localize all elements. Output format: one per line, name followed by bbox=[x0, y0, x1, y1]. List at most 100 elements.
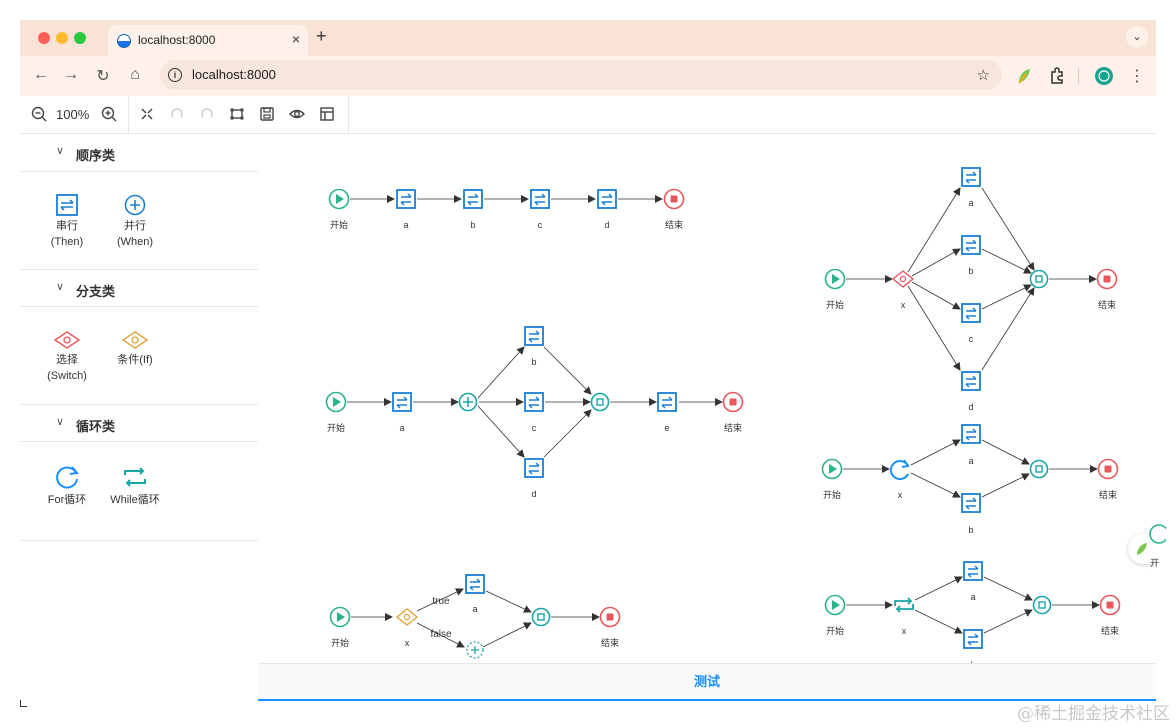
save-icon[interactable] bbox=[258, 105, 276, 123]
back-icon[interactable]: ← bbox=[32, 66, 50, 84]
group-header-branch[interactable]: ∨ 分支类 bbox=[20, 269, 258, 307]
partial-start-node-icon bbox=[1149, 524, 1166, 544]
end-node-icon[interactable] bbox=[599, 606, 621, 628]
then-node-icon[interactable] bbox=[396, 189, 416, 209]
node-label: 开始 bbox=[327, 422, 345, 433]
node-label: b bbox=[968, 525, 973, 535]
start-node-icon[interactable] bbox=[328, 188, 350, 210]
fit-view-icon[interactable] bbox=[138, 105, 156, 123]
tab-search-chevron-icon[interactable]: ⌄ bbox=[1126, 26, 1148, 48]
for-loop-node-icon[interactable] bbox=[889, 459, 909, 480]
then-node-icon[interactable] bbox=[524, 458, 544, 478]
end-node-icon[interactable] bbox=[1099, 594, 1121, 616]
group-title: 顺序类 bbox=[76, 148, 116, 163]
minimize-window-button[interactable] bbox=[56, 32, 68, 44]
then-node-icon[interactable] bbox=[961, 493, 981, 513]
end-node-icon[interactable] bbox=[1096, 268, 1118, 290]
node-label: e bbox=[664, 423, 669, 433]
join-node-icon[interactable] bbox=[1029, 459, 1049, 479]
switch-node-icon[interactable] bbox=[892, 270, 914, 288]
address-bar[interactable]: i localhost:8000 ☆ bbox=[160, 60, 1002, 90]
palette-item-then[interactable]: 串行 (Then) bbox=[35, 194, 99, 250]
tab-close-button[interactable]: × bbox=[292, 31, 300, 47]
extension-leaf-icon[interactable] bbox=[1016, 67, 1032, 85]
start-node-icon[interactable] bbox=[821, 458, 843, 480]
reload-icon[interactable]: ↻ bbox=[94, 66, 112, 86]
placeholder-node-icon[interactable] bbox=[466, 641, 484, 659]
palette-item-if[interactable]: 条件(If) bbox=[103, 330, 167, 368]
test-bar[interactable]: 测试 bbox=[258, 663, 1156, 701]
node-palette-sidebar: ∨ 顺序类 串行 (Then) 并行 (When) ∨ 分支类 选择 (Swit… bbox=[20, 134, 259, 541]
group-header-loop[interactable]: ∨ 循环类 bbox=[20, 404, 258, 442]
zoom-in-icon[interactable] bbox=[100, 105, 118, 123]
select-area-icon[interactable] bbox=[228, 105, 246, 123]
browser-tab[interactable]: localhost:8000 × bbox=[108, 25, 308, 56]
join-node-icon[interactable] bbox=[1032, 595, 1052, 615]
end-node-icon[interactable] bbox=[663, 188, 685, 210]
then-node-icon[interactable] bbox=[961, 167, 981, 187]
start-node-icon[interactable] bbox=[824, 268, 846, 290]
node-label: a bbox=[968, 198, 973, 208]
undo-icon[interactable] bbox=[168, 105, 186, 123]
node-label: x bbox=[901, 300, 906, 310]
node-label: d bbox=[604, 220, 609, 230]
then-node-icon[interactable] bbox=[961, 371, 981, 391]
then-node-icon[interactable] bbox=[963, 561, 983, 581]
palette-item-when[interactable]: 并行 (When) bbox=[103, 194, 167, 250]
forward-icon[interactable]: → bbox=[62, 66, 80, 84]
then-node-icon[interactable] bbox=[961, 424, 981, 444]
end-node-icon[interactable] bbox=[1097, 458, 1119, 480]
then-node-icon[interactable] bbox=[463, 189, 483, 209]
start-node-icon[interactable] bbox=[329, 606, 351, 628]
preview-eye-icon[interactable] bbox=[288, 105, 306, 123]
node-label: 结束 bbox=[665, 219, 683, 230]
then-node-icon[interactable] bbox=[524, 326, 544, 346]
new-tab-button[interactable]: + bbox=[316, 26, 327, 47]
extensions-puzzle-icon[interactable] bbox=[1048, 67, 1066, 85]
then-node-icon[interactable] bbox=[961, 303, 981, 323]
home-icon[interactable]: ⌂ bbox=[126, 66, 144, 84]
then-node-icon[interactable] bbox=[530, 189, 550, 209]
parallel-node-icon[interactable] bbox=[458, 392, 478, 412]
close-window-button[interactable] bbox=[38, 32, 50, 44]
profile-avatar-icon[interactable] bbox=[1094, 66, 1114, 86]
toolbar-divider bbox=[1078, 68, 1079, 84]
browser-menu-icon[interactable]: ⋮ bbox=[1128, 66, 1146, 86]
redo-icon[interactable] bbox=[198, 105, 216, 123]
then-node-icon[interactable] bbox=[524, 392, 544, 412]
then-node-icon[interactable] bbox=[657, 392, 677, 412]
zoom-out-icon[interactable] bbox=[30, 105, 48, 123]
palette-item-switch[interactable]: 选择 (Switch) bbox=[35, 330, 99, 384]
while-loop-node-icon[interactable] bbox=[894, 597, 914, 613]
url-text[interactable]: localhost:8000 bbox=[192, 67, 276, 82]
palette-item-while[interactable]: While循环 bbox=[103, 464, 167, 508]
start-node-icon[interactable] bbox=[824, 594, 846, 616]
flow-canvas[interactable]: 开始 a b c d 结束 开始 a b c d e 结束 开始 x a 结束 … bbox=[258, 134, 1156, 664]
group-header-sequence[interactable]: ∨ 顺序类 bbox=[20, 134, 258, 172]
if-node-icon[interactable] bbox=[396, 608, 418, 626]
then-node-icon[interactable] bbox=[597, 189, 617, 209]
while-loop-icon bbox=[124, 467, 146, 487]
node-label: 开始 bbox=[826, 299, 844, 310]
flow-diagram[interactable]: 开始 a b c d 结束 开始 a b c d e 结束 开始 x a 结束 … bbox=[258, 134, 1156, 664]
then-node-icon[interactable] bbox=[961, 235, 981, 255]
then-node-icon[interactable] bbox=[392, 392, 412, 412]
then-node-icon[interactable] bbox=[465, 574, 485, 594]
join-node-icon[interactable] bbox=[1029, 269, 1049, 289]
join-node-icon[interactable] bbox=[590, 392, 610, 412]
bookmark-star-icon[interactable]: ☆ bbox=[977, 66, 990, 84]
maximize-window-button[interactable] bbox=[74, 32, 86, 44]
toolbar-separator bbox=[348, 96, 349, 134]
edge-label: true bbox=[432, 596, 450, 607]
end-node-icon[interactable] bbox=[722, 391, 744, 413]
layout-panel-icon[interactable] bbox=[318, 105, 336, 123]
palette-item-for[interactable]: For循环 bbox=[35, 464, 99, 508]
then-node-icon[interactable] bbox=[963, 629, 983, 649]
site-info-icon[interactable]: i bbox=[168, 68, 182, 82]
join-node-icon[interactable] bbox=[531, 607, 551, 627]
browser-window: localhost:8000 × + ⌄ ← → ↻ ⌂ i localhost… bbox=[20, 20, 1156, 710]
palette-item-sub: (Switch) bbox=[47, 370, 87, 382]
test-button[interactable]: 测试 bbox=[694, 674, 720, 689]
start-node-icon[interactable] bbox=[325, 391, 347, 413]
tab-title: localhost:8000 bbox=[138, 33, 216, 47]
